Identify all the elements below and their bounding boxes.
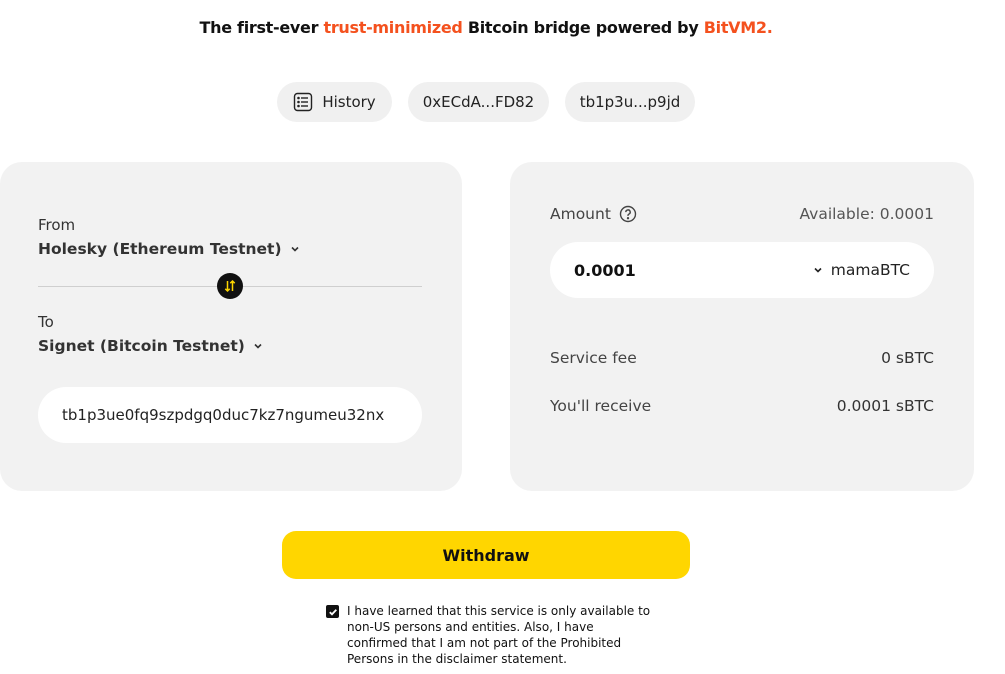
headline-prefix: The first-ever [199, 18, 324, 37]
amount-label-row: Amount [550, 205, 637, 223]
to-label: To [38, 313, 54, 331]
checkmark-icon [328, 608, 337, 616]
to-network-name: Signet (Bitcoin Testnet) [38, 337, 245, 355]
chevron-down-icon [254, 343, 262, 349]
headline-accent: trust-minimized [323, 18, 463, 37]
disclaimer-text: I have learned that this service is only… [347, 604, 651, 666]
available-balance: Available: 0.0001 [799, 205, 934, 223]
history-label: History [322, 93, 376, 111]
recipient-address-input[interactable]: tb1p3ue0fq9szpdgq0duc7kz7ngumeu32nx [38, 387, 422, 443]
btc-wallet-address: tb1p3u...p9jd [579, 93, 681, 111]
eth-wallet-button[interactable]: 0xECdA...FD82 [408, 82, 549, 122]
withdraw-label: Withdraw [442, 545, 530, 565]
swap-arrows-icon [224, 279, 236, 293]
amount-card: Amount Available: 0.0001 0.0001 mamaBTC … [510, 162, 974, 491]
disclaimer-checkbox[interactable] [326, 605, 339, 618]
eth-wallet-address: 0xECdA...FD82 [422, 93, 535, 111]
amount-input[interactable]: 0.0001 mamaBTC [550, 242, 934, 298]
withdraw-button[interactable]: Withdraw [282, 531, 690, 579]
to-network-select[interactable]: Signet (Bitcoin Testnet) [38, 337, 263, 355]
headline-brand: BitVM2. [703, 18, 773, 37]
service-fee-value: 0 sBTC [881, 349, 934, 367]
swap-networks-button[interactable] [217, 273, 243, 299]
service-fee-label: Service fee [550, 349, 637, 367]
token-select[interactable]: mamaBTC [813, 261, 910, 279]
receive-value: 0.0001 sBTC [836, 397, 934, 415]
page-headline: The first-ever trust-minimized Bitcoin b… [0, 18, 972, 37]
receive-label: You'll receive [550, 397, 652, 415]
network-card: From Holesky (Ethereum Testnet) To Signe… [0, 162, 462, 491]
from-label: From [38, 216, 76, 234]
amount-label: Amount [550, 205, 611, 223]
from-network-select[interactable]: Holesky (Ethereum Testnet) [38, 240, 300, 258]
question-circle-icon[interactable] [619, 205, 637, 223]
chevron-down-icon [814, 267, 822, 273]
recipient-address-value: tb1p3ue0fq9szpdgq0duc7kz7ngumeu32nx [62, 406, 385, 424]
history-button[interactable]: History [277, 82, 392, 122]
btc-wallet-button[interactable]: tb1p3u...p9jd [565, 82, 695, 122]
chevron-down-icon [290, 246, 299, 252]
from-network-name: Holesky (Ethereum Testnet) [38, 240, 282, 258]
amount-value: 0.0001 [574, 260, 636, 280]
history-list-icon [294, 92, 313, 112]
token-name: mamaBTC [830, 261, 910, 279]
headline-middle: Bitcoin bridge powered by [462, 18, 704, 37]
